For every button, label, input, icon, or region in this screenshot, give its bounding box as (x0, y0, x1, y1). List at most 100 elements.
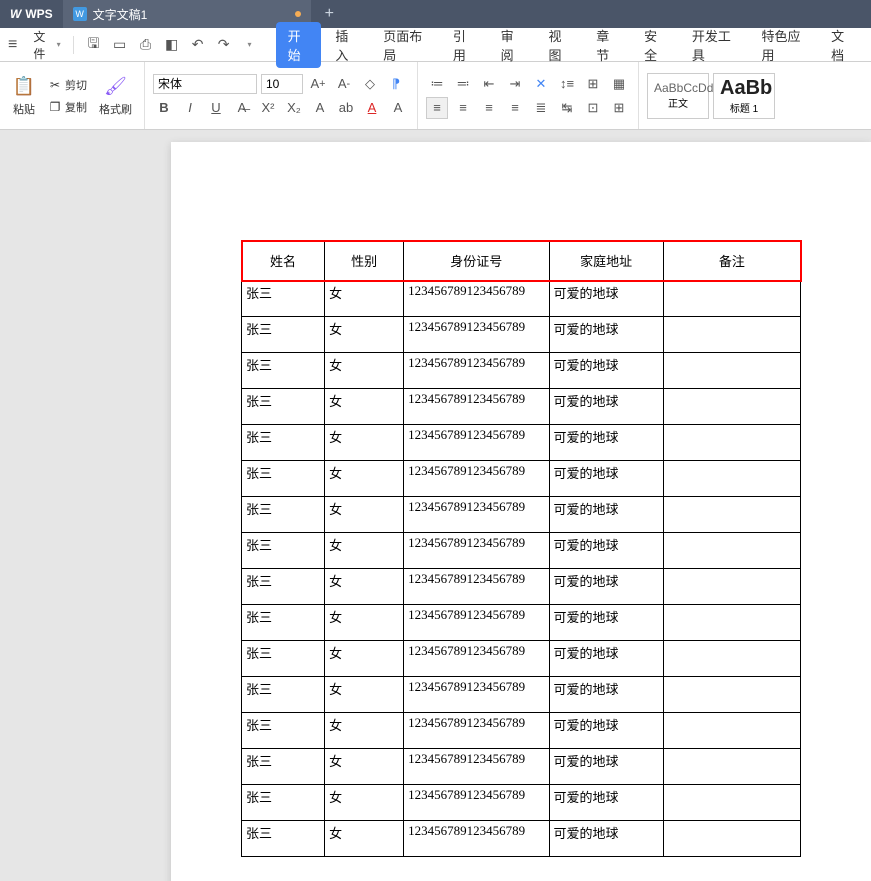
cell-note[interactable] (663, 389, 800, 425)
fill-button[interactable]: ▦ (608, 73, 630, 95)
cell-note[interactable] (663, 785, 800, 821)
cell-addr[interactable]: 可爱的地球 (549, 641, 663, 677)
align-center-button[interactable]: ≡ (452, 97, 474, 119)
cell-sex[interactable]: 女 (325, 425, 404, 461)
tab-security[interactable]: 安全 (632, 22, 678, 68)
cell-sex[interactable]: 女 (325, 461, 404, 497)
cell-name[interactable]: 张三 (242, 461, 325, 497)
cell-name[interactable]: 张三 (242, 317, 325, 353)
cell-addr[interactable]: 可爱的地球 (549, 749, 663, 785)
table-row[interactable]: 张三女123456789123456789可爱的地球 (242, 677, 801, 713)
bullets-button[interactable]: ≔ (426, 73, 448, 95)
document-page[interactable]: 姓名 性别 身份证号 家庭地址 备注 张三女123456789123456789… (171, 142, 871, 881)
cell-name[interactable]: 张三 (242, 569, 325, 605)
cell-note[interactable] (663, 425, 800, 461)
cell-note[interactable] (663, 353, 800, 389)
tab-doc[interactable]: 文档 (819, 22, 865, 68)
table-row[interactable]: 张三女123456789123456789可爱的地球 (242, 821, 801, 857)
cell-note[interactable] (663, 569, 800, 605)
cut-button[interactable]: ✂ 剪切 (44, 75, 91, 95)
print-button[interactable]: ⎙ (138, 37, 154, 53)
cell-sex[interactable]: 女 (325, 281, 404, 317)
cell-id[interactable]: 123456789123456789 (404, 821, 549, 857)
borders-button[interactable]: ⊞ (582, 73, 604, 95)
cell-addr[interactable]: 可爱的地球 (549, 353, 663, 389)
cell-id[interactable]: 123456789123456789 (404, 749, 549, 785)
new-tab-button[interactable]: + (311, 5, 348, 23)
cell-name[interactable]: 张三 (242, 281, 325, 317)
data-table[interactable]: 姓名 性别 身份证号 家庭地址 备注 张三女123456789123456789… (241, 240, 801, 857)
superscript-button[interactable]: X² (257, 97, 279, 119)
cell-id[interactable]: 123456789123456789 (404, 569, 549, 605)
cell-name[interactable]: 张三 (242, 425, 325, 461)
undo-button[interactable]: ↶ (190, 37, 206, 53)
cell-id[interactable]: 123456789123456789 (404, 785, 549, 821)
table-row[interactable]: 张三女123456789123456789可爱的地球 (242, 389, 801, 425)
cell-name[interactable]: 张三 (242, 389, 325, 425)
qat-dropdown[interactable]: ▾ (242, 37, 258, 53)
cell-addr[interactable]: 可爱的地球 (549, 461, 663, 497)
font-size-select[interactable] (261, 74, 303, 94)
cell-note[interactable] (663, 281, 800, 317)
tab-dev-tools[interactable]: 开发工具 (680, 22, 748, 68)
copy-button[interactable]: ❐ 复制 (44, 97, 91, 117)
cell-sex[interactable]: 女 (325, 749, 404, 785)
tab-start[interactable]: 开始 (276, 22, 322, 68)
header-sex[interactable]: 性别 (325, 241, 404, 281)
align-left-button[interactable]: ≡ (426, 97, 448, 119)
workspace[interactable]: 姓名 性别 身份证号 家庭地址 备注 张三女123456789123456789… (0, 130, 871, 881)
increase-font-button[interactable]: A+ (307, 73, 329, 95)
cell-sex[interactable]: 女 (325, 605, 404, 641)
numbering-button[interactable]: ≕ (452, 73, 474, 95)
table-row[interactable]: 张三女123456789123456789可爱的地球 (242, 569, 801, 605)
sort-button[interactable]: ⊡ (582, 97, 604, 119)
font-name-select[interactable] (153, 74, 257, 94)
cell-sex[interactable]: 女 (325, 821, 404, 857)
cell-id[interactable]: 123456789123456789 (404, 497, 549, 533)
cell-id[interactable]: 123456789123456789 (404, 533, 549, 569)
cell-id[interactable]: 123456789123456789 (404, 605, 549, 641)
save-button[interactable]: 🖫 (86, 37, 102, 53)
subscript-button[interactable]: X₂ (283, 97, 305, 119)
header-id[interactable]: 身份证号 (404, 241, 549, 281)
italic-button[interactable]: I (179, 97, 201, 119)
text-effects-button[interactable]: A (309, 97, 331, 119)
cell-id[interactable]: 123456789123456789 (404, 677, 549, 713)
table-header-row[interactable]: 姓名 性别 身份证号 家庭地址 备注 (242, 241, 801, 281)
table-row[interactable]: 张三女123456789123456789可爱的地球 (242, 533, 801, 569)
cell-name[interactable]: 张三 (242, 497, 325, 533)
table-row[interactable]: 张三女123456789123456789可爱的地球 (242, 317, 801, 353)
cell-name[interactable]: 张三 (242, 605, 325, 641)
cell-name[interactable]: 张三 (242, 785, 325, 821)
line-spacing-button[interactable]: ↕≡ (556, 73, 578, 95)
cell-sex[interactable]: 女 (325, 389, 404, 425)
header-name[interactable]: 姓名 (242, 241, 325, 281)
file-menu[interactable]: 文件▾ (27, 28, 66, 62)
style-heading1[interactable]: AaBb 标题 1 (713, 73, 775, 119)
cell-sex[interactable]: 女 (325, 677, 404, 713)
decrease-indent-button[interactable]: ⇤ (478, 73, 500, 95)
cell-sex[interactable]: 女 (325, 569, 404, 605)
cell-id[interactable]: 123456789123456789 (404, 353, 549, 389)
change-case-button[interactable]: ⁋ (385, 73, 407, 95)
cell-sex[interactable]: 女 (325, 317, 404, 353)
tabs-button[interactable]: ↹ (556, 97, 578, 119)
redo-button[interactable]: ↷ (216, 37, 232, 53)
cell-name[interactable]: 张三 (242, 353, 325, 389)
tab-page-layout[interactable]: 页面布局 (371, 22, 439, 68)
cell-addr[interactable]: 可爱的地球 (549, 821, 663, 857)
cell-name[interactable]: 张三 (242, 713, 325, 749)
table-row[interactable]: 张三女123456789123456789可爱的地球 (242, 425, 801, 461)
cell-addr[interactable]: 可爱的地球 (549, 389, 663, 425)
text-direction-button[interactable]: ✕ (530, 73, 552, 95)
style-normal[interactable]: AaBbCcDd 正文 (647, 73, 709, 119)
cell-name[interactable]: 张三 (242, 821, 325, 857)
tab-insert[interactable]: 插入 (323, 22, 369, 68)
cell-id[interactable]: 123456789123456789 (404, 389, 549, 425)
cell-note[interactable] (663, 749, 800, 785)
show-marks-button[interactable]: ⊞ (608, 97, 630, 119)
table-row[interactable]: 张三女123456789123456789可爱的地球 (242, 353, 801, 389)
print-preview-button[interactable]: ▭ (112, 37, 128, 53)
cell-id[interactable]: 123456789123456789 (404, 317, 549, 353)
strikethrough-button[interactable]: A̶ (231, 97, 253, 119)
